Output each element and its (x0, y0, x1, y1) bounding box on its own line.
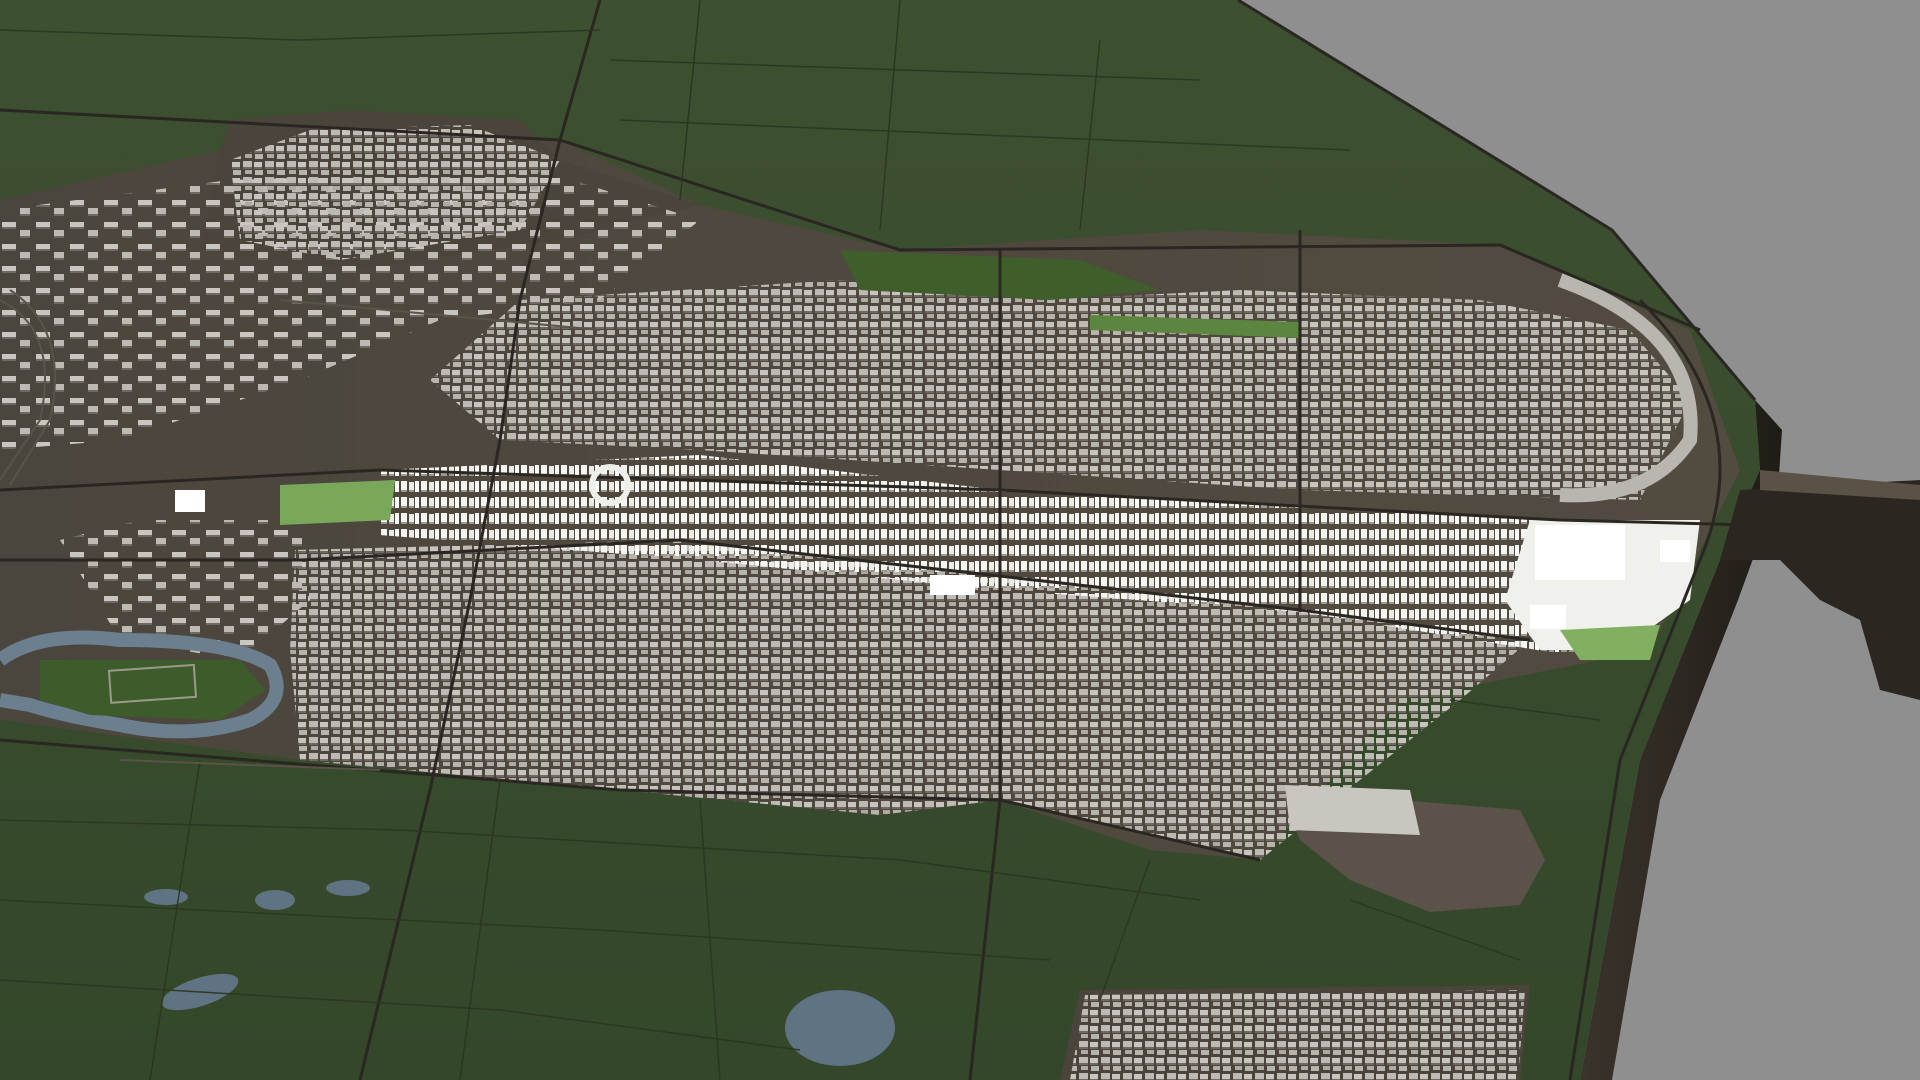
buildings-southeast-warehouses (1285, 785, 1420, 835)
lake-south (785, 990, 895, 1066)
pond-3 (326, 880, 370, 896)
pond-1 (144, 889, 188, 905)
pond-2 (255, 890, 295, 910)
city-model-render (0, 0, 1920, 1080)
park-central-west (280, 480, 395, 525)
buildings-south-town (1070, 990, 1525, 1080)
city-3d-map (0, 0, 1920, 1080)
